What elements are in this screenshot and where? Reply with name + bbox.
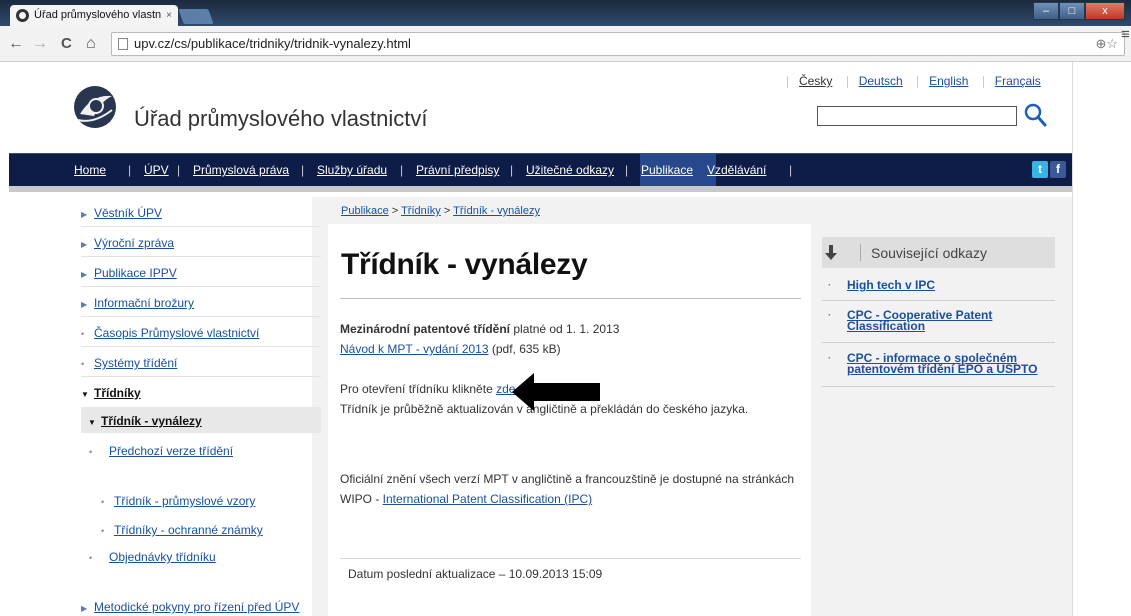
breadcrumb-publikace[interactable]: Publikace bbox=[341, 205, 389, 217]
web-page: Úřad průmyslového vlastnictví Česky Deut… bbox=[0, 26, 1131, 616]
nav-vzdelavani[interactable]: Vzdělávání bbox=[707, 163, 766, 177]
official-versions-line: Oficiální znění všech verzí MPT v anglič… bbox=[340, 472, 795, 486]
facebook-icon[interactable]: f bbox=[1050, 161, 1066, 178]
sidebar-item-predchozi-verze[interactable]: • Předchozí verze třídění bbox=[88, 444, 233, 458]
sidebar-item-objednavky[interactable]: • Objednávky třídníku bbox=[88, 550, 216, 564]
site-title[interactable]: Úřad průmyslového vlastnictví bbox=[134, 106, 427, 132]
ipc-link[interactable]: International Patent Classification (IPC… bbox=[383, 492, 592, 506]
title-divider bbox=[340, 298, 801, 299]
site-favicon-icon bbox=[16, 9, 29, 22]
forward-arrow-icon[interactable]: → bbox=[32, 35, 48, 53]
wipo-line: WIPO - International Patent Classificati… bbox=[340, 492, 593, 506]
left-arrow-icon bbox=[512, 373, 600, 411]
breadcrumb-tridnik-vynalezy[interactable]: Třídník - vynálezy bbox=[453, 205, 540, 217]
tab-close-icon[interactable]: × bbox=[166, 5, 172, 26]
tab-title: Úřad průmyslového vlastn bbox=[34, 9, 162, 21]
guide-line: Návod k MPT - vydání 2013 (pdf, 635 kB) bbox=[340, 342, 561, 356]
breadcrumb: Publikace > Třídníky > Třídník - vynález… bbox=[341, 205, 540, 217]
sidebar-item-ochranne-znamky[interactable]: • Třídníky - ochranné známky bbox=[101, 523, 263, 537]
nav-shadow bbox=[9, 186, 1072, 192]
open-classification-line: Pro otevření třídníku klikněte zde bbox=[340, 382, 516, 396]
home-icon[interactable]: ⌂ bbox=[86, 35, 96, 53]
sidebar-item-publikace-ippv[interactable]: ▶ Publikace IPPV bbox=[81, 266, 177, 280]
address-bar[interactable]: upv.cz/cs/publikace/tridniky/tridnik-vyn… bbox=[111, 32, 1125, 56]
guide-pdf-link[interactable]: Návod k MPT - vydání 2013 bbox=[340, 342, 489, 356]
zoom-star-icons[interactable]: ⊕☆ bbox=[1095, 33, 1118, 55]
lang-cesky-link[interactable]: Česky bbox=[799, 74, 832, 88]
breadcrumb-tridniky[interactable]: Třídníky bbox=[401, 205, 441, 217]
nav-publikace[interactable]: Publikace bbox=[641, 163, 693, 177]
lang-english-link[interactable]: English bbox=[929, 74, 968, 88]
page-icon bbox=[118, 38, 128, 50]
last-update: Datum poslední aktualizace – 10.09.2013 … bbox=[348, 567, 603, 581]
nav-upv[interactable]: ÚPV bbox=[144, 163, 169, 177]
related-links-header: Související odkazy bbox=[822, 237, 1055, 268]
nav-pravni-predpisy[interactable]: Právní předpisy bbox=[416, 163, 499, 177]
main-navigation: Home | ÚPV | Průmyslová práva | Služby ú… bbox=[9, 153, 1072, 187]
close-window-button[interactable]: x bbox=[1085, 2, 1125, 20]
back-arrow-icon[interactable]: ← bbox=[8, 35, 24, 53]
minimize-button[interactable]: – bbox=[1033, 2, 1059, 20]
sidebar-item-casopis[interactable]: • Časopis Průmyslové vlastnictví bbox=[81, 326, 259, 340]
browser-tab[interactable]: Úřad průmyslového vlastn × bbox=[10, 5, 178, 26]
sidebar-item-systemy-trideni[interactable]: • Systémy třídění bbox=[81, 356, 177, 370]
search-icon[interactable] bbox=[1023, 102, 1047, 128]
mpt-validity: Mezinárodní patentové třídění platné od … bbox=[340, 322, 620, 336]
browser-titlebar: Úřad průmyslového vlastn × – □ x bbox=[0, 0, 1131, 26]
lang-francais-link[interactable]: Français bbox=[995, 74, 1041, 88]
nav-home[interactable]: Home bbox=[74, 163, 106, 177]
new-tab-button[interactable] bbox=[178, 9, 214, 24]
search-input[interactable] bbox=[817, 106, 1017, 126]
sidebar-item-tridniky[interactable]: ▼ Třídníky bbox=[81, 386, 141, 400]
nav-prumyslova-prava[interactable]: Průmyslová práva bbox=[193, 163, 289, 177]
page-border bbox=[1072, 62, 1073, 616]
language-switcher: Česky Deutsch English Français bbox=[776, 74, 1041, 88]
sidebar-item-vyrocni-zprava[interactable]: ▶ Výroční zpráva bbox=[81, 236, 174, 250]
nav-uzitecne-odkazy[interactable]: Užitečné odkazy bbox=[526, 163, 614, 177]
footer-divider bbox=[340, 558, 801, 559]
sidebar-item-informacni-brozury[interactable]: ▶ Informační brožury bbox=[81, 296, 194, 310]
nav-sluzby-uradu[interactable]: Služby úřadu bbox=[317, 163, 387, 177]
window-controls: – □ x bbox=[1033, 2, 1125, 20]
upv-logo-icon[interactable] bbox=[72, 84, 118, 130]
url-text: upv.cz/cs/publikace/tridniky/tridnik-vyn… bbox=[134, 36, 411, 51]
menu-icon[interactable]: ≡ bbox=[1121, 26, 1130, 43]
browser-toolbar: ← → C ⌂ upv.cz/cs/publikace/tridniky/tri… bbox=[0, 26, 1131, 62]
reload-icon[interactable]: C bbox=[61, 35, 72, 53]
sidebar-item-tridnik-vynalezy[interactable]: ▼ Třídník - vynálezy bbox=[88, 414, 202, 428]
sidebar-item-vestnik[interactable]: ▶ Věstník ÚPV bbox=[81, 206, 162, 220]
page-title: Třídník - vynálezy bbox=[341, 248, 588, 281]
sidebar-item-prumyslove-vzory[interactable]: • Třídník - průmyslové vzory bbox=[101, 494, 255, 508]
maximize-button[interactable]: □ bbox=[1059, 2, 1085, 20]
lang-deutsch-link[interactable]: Deutsch bbox=[859, 74, 903, 88]
twitter-icon[interactable]: t bbox=[1032, 161, 1048, 178]
download-arrow-icon bbox=[825, 245, 837, 260]
sidebar-item-metodicke-pokyny[interactable]: ▶ Metodické pokyny pro řízení před ÚPV bbox=[81, 600, 299, 614]
